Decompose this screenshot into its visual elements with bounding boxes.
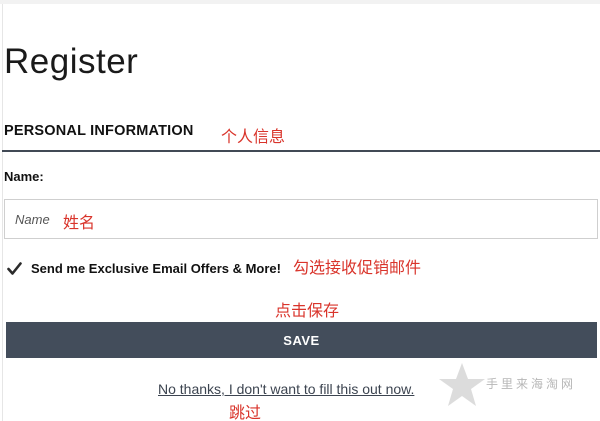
annotation-personal-info: 个人信息 (221, 127, 286, 146)
register-page: Register PERSONAL INFORMATION 个人信息 Name:… (0, 0, 600, 421)
left-border (2, 4, 3, 421)
watermark: 手里来海淘网 (436, 360, 596, 410)
star-icon (439, 363, 485, 406)
email-offers-checkbox[interactable] (7, 261, 22, 276)
watermark-text: 手里来海淘网 (486, 377, 577, 391)
page-title: Register (4, 42, 139, 81)
name-label: Name: (4, 169, 44, 184)
annotation-save: 点击保存 (275, 301, 340, 320)
save-button[interactable]: SAVE (6, 322, 597, 358)
section-divider (2, 150, 600, 152)
annotation-skip: 跳过 (229, 403, 262, 421)
annotation-email-opt-in: 勾选接收促销邮件 (293, 258, 422, 277)
checkmark-icon (7, 262, 22, 275)
top-bar (0, 0, 600, 4)
email-offers-label[interactable]: Send me Exclusive Email Offers & More! (31, 261, 281, 277)
annotation-name: 姓名 (63, 213, 96, 232)
skip-link[interactable]: No thanks, I don't want to fill this out… (158, 380, 414, 398)
section-heading-personal-information: PERSONAL INFORMATION (4, 123, 194, 139)
